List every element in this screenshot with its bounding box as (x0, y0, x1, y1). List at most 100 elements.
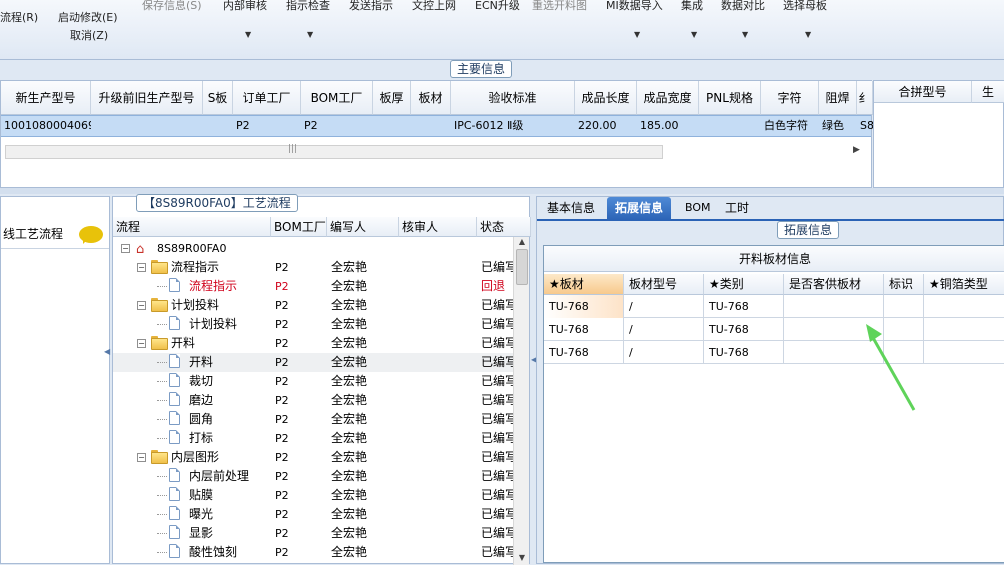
tree-collapse-icon[interactable]: − (137, 339, 146, 348)
scroll-right-icon[interactable]: ▶ (853, 145, 860, 155)
tree-row[interactable]: − ⌂ 8S89R00FA0 (113, 239, 513, 258)
main-col-header[interactable]: S板 (203, 81, 233, 115)
tree-row[interactable]: − 内层图形 P2 全宏艳 已编写 (113, 448, 513, 467)
board-col-header[interactable]: 板材型号 (624, 274, 704, 295)
board-row[interactable]: TU-768/TU-768 (544, 341, 1004, 364)
board-cell[interactable]: / (624, 318, 704, 341)
tree-row[interactable]: 流程指示 P2 全宏艳 回退 (113, 277, 513, 296)
board-row[interactable]: TU-768/TU-768 (544, 295, 1004, 318)
main-col-header[interactable]: 纟 (857, 81, 873, 115)
board-cell[interactable]: TU-768 (544, 341, 624, 364)
tree-collapse-icon[interactable]: − (137, 453, 146, 462)
board-col-header[interactable]: ★类别 (704, 274, 784, 295)
board-cell[interactable] (784, 295, 884, 318)
board-cell[interactable]: TU-768 (704, 295, 784, 318)
dropdown-caret-icon[interactable]: ▼ (742, 30, 748, 39)
toolbar-button[interactable]: 发送指示 (349, 0, 393, 13)
board-cell[interactable]: TU-768 (544, 318, 624, 341)
main-col-header[interactable]: 板材 (411, 81, 451, 115)
toolbar-button[interactable]: 取消(Z) (70, 27, 108, 43)
main-col-header[interactable]: 订单工厂 (233, 81, 301, 115)
tree-node-label: 开料 (189, 355, 214, 369)
tree-row[interactable]: − 开料 P2 全宏艳 已编写 (113, 334, 513, 353)
board-cell[interactable]: TU-768 (704, 341, 784, 364)
board-cell[interactable]: TU-768 (704, 318, 784, 341)
tree-collapse-icon[interactable]: − (137, 263, 146, 272)
tree-vscroll-thumb[interactable] (516, 249, 528, 285)
tree-row[interactable]: − 流程指示 P2 全宏艳 已编写 (113, 258, 513, 277)
main-col-header[interactable]: PNL规格 (699, 81, 761, 115)
detail-tab[interactable]: 拓展信息 (607, 197, 672, 221)
dropdown-caret-icon[interactable]: ▼ (691, 30, 697, 39)
tree-row[interactable]: 计划投料 P2 全宏艳 已编写 (113, 315, 513, 334)
tree-row[interactable]: − 计划投料 P2 全宏艳 已编写 (113, 296, 513, 315)
toolbar-button[interactable]: 集成 (681, 0, 703, 13)
board-col-header[interactable]: ★板材 (544, 274, 624, 295)
toolbar-button[interactable]: 流程(R) (0, 9, 38, 25)
tree-row[interactable]: 曝光 P2 全宏艳 已编写 (113, 505, 513, 524)
tree-row[interactable]: 打标 P2 全宏艳 已编写 (113, 429, 513, 448)
tree-collapse-icon[interactable]: − (137, 301, 146, 310)
tree-collapse-icon[interactable]: − (121, 244, 130, 253)
main-col-header[interactable]: 阻焊 (819, 81, 857, 115)
toolbar-button[interactable]: 内部审核 (223, 0, 267, 13)
board-cell[interactable]: / (624, 341, 704, 364)
toolbar-button[interactable]: 文控上网 (412, 0, 456, 13)
tree-vscroll[interactable]: ▲ ▼ (513, 237, 529, 565)
merge-col-header[interactable]: 生 (972, 81, 1004, 103)
scroll-up-icon[interactable]: ▲ (515, 237, 529, 246)
main-grid-hscroll-thumb[interactable]: ||| (5, 144, 663, 159)
board-cell[interactable] (924, 295, 1004, 318)
toolbar-button[interactable]: 指示检查 (286, 0, 330, 13)
main-col-header[interactable]: BOM工厂 (301, 81, 373, 115)
detail-tab[interactable]: 基本信息 (539, 197, 603, 221)
collapse-left-icon[interactable]: ◀ (104, 347, 110, 356)
merge-col-header[interactable]: 合拼型号 (874, 81, 972, 103)
flow-col-header[interactable]: 编写人 (327, 217, 399, 237)
tree-row[interactable]: 开料 P2 全宏艳 已编写 (113, 353, 513, 372)
flow-col-header[interactable]: 状态 (477, 217, 531, 237)
dropdown-caret-icon[interactable]: ▼ (634, 30, 640, 39)
board-col-header[interactable]: 标识 (884, 274, 924, 295)
tree-row[interactable]: 裁切 P2 全宏艳 已编写 (113, 372, 513, 391)
board-cell[interactable] (924, 341, 1004, 364)
board-cell[interactable]: TU-768 (544, 295, 624, 318)
toolbar-button[interactable]: 选择母板 (783, 0, 827, 13)
toolbar-button[interactable]: MI数据导入 (606, 0, 663, 13)
board-cell[interactable] (884, 295, 924, 318)
toolbar-button[interactable]: 重选开料图 (532, 0, 587, 13)
tree-row[interactable]: 内层前处理 P2 全宏艳 已编写 (113, 467, 513, 486)
main-col-header[interactable]: 板厚 (373, 81, 411, 115)
tree-row[interactable]: 磨边 P2 全宏艳 已编写 (113, 391, 513, 410)
main-col-header[interactable]: 验收标准 (451, 81, 575, 115)
board-col-header[interactable]: ★铜箔类型 (924, 274, 1004, 295)
tree-row[interactable]: 酸性蚀刻 P2 全宏艳 已编写 (113, 543, 513, 562)
main-col-header[interactable]: 成品宽度 (637, 81, 699, 115)
main-col-header[interactable]: 字符 (761, 81, 819, 115)
board-col-header[interactable]: 是否客供板材 (784, 274, 884, 295)
board-cell[interactable]: / (624, 295, 704, 318)
toolbar-button[interactable]: ECN升级 (475, 0, 520, 13)
main-col-header[interactable]: 新生产型号 (1, 81, 91, 115)
dropdown-caret-icon[interactable]: ▼ (805, 30, 811, 39)
tree-row[interactable]: 显影 P2 全宏艳 已编写 (113, 524, 513, 543)
tree-writer-cell: 全宏艳 (331, 507, 368, 521)
toolbar-button[interactable]: 保存信息(S) (142, 0, 202, 13)
flow-col-header[interactable]: BOM工厂 (271, 217, 327, 237)
tree-row[interactable]: 贴膜 P2 全宏艳 已编写 (113, 486, 513, 505)
main-col-header[interactable]: 成品长度 (575, 81, 637, 115)
toolbar-button[interactable]: 启动修改(E) (58, 9, 118, 25)
detail-tab[interactable]: 工时 (717, 197, 757, 221)
dropdown-caret-icon[interactable]: ▼ (245, 30, 251, 39)
board-row[interactable]: TU-768/TU-768 (544, 318, 1004, 341)
main-col-header[interactable]: 升级前旧生产型号 (91, 81, 203, 115)
detail-tab[interactable]: BOM (677, 197, 719, 221)
scroll-down-icon[interactable]: ▼ (515, 553, 529, 562)
board-cell[interactable] (924, 318, 1004, 341)
dropdown-caret-icon[interactable]: ▼ (307, 30, 313, 39)
flow-col-header[interactable]: 流程 (113, 217, 271, 237)
tree-row[interactable]: 圆角 P2 全宏艳 已编写 (113, 410, 513, 429)
flow-col-header[interactable]: 核审人 (399, 217, 477, 237)
chat-bubble-icon[interactable] (79, 226, 103, 244)
toolbar-button[interactable]: 数据对比 (721, 0, 765, 13)
